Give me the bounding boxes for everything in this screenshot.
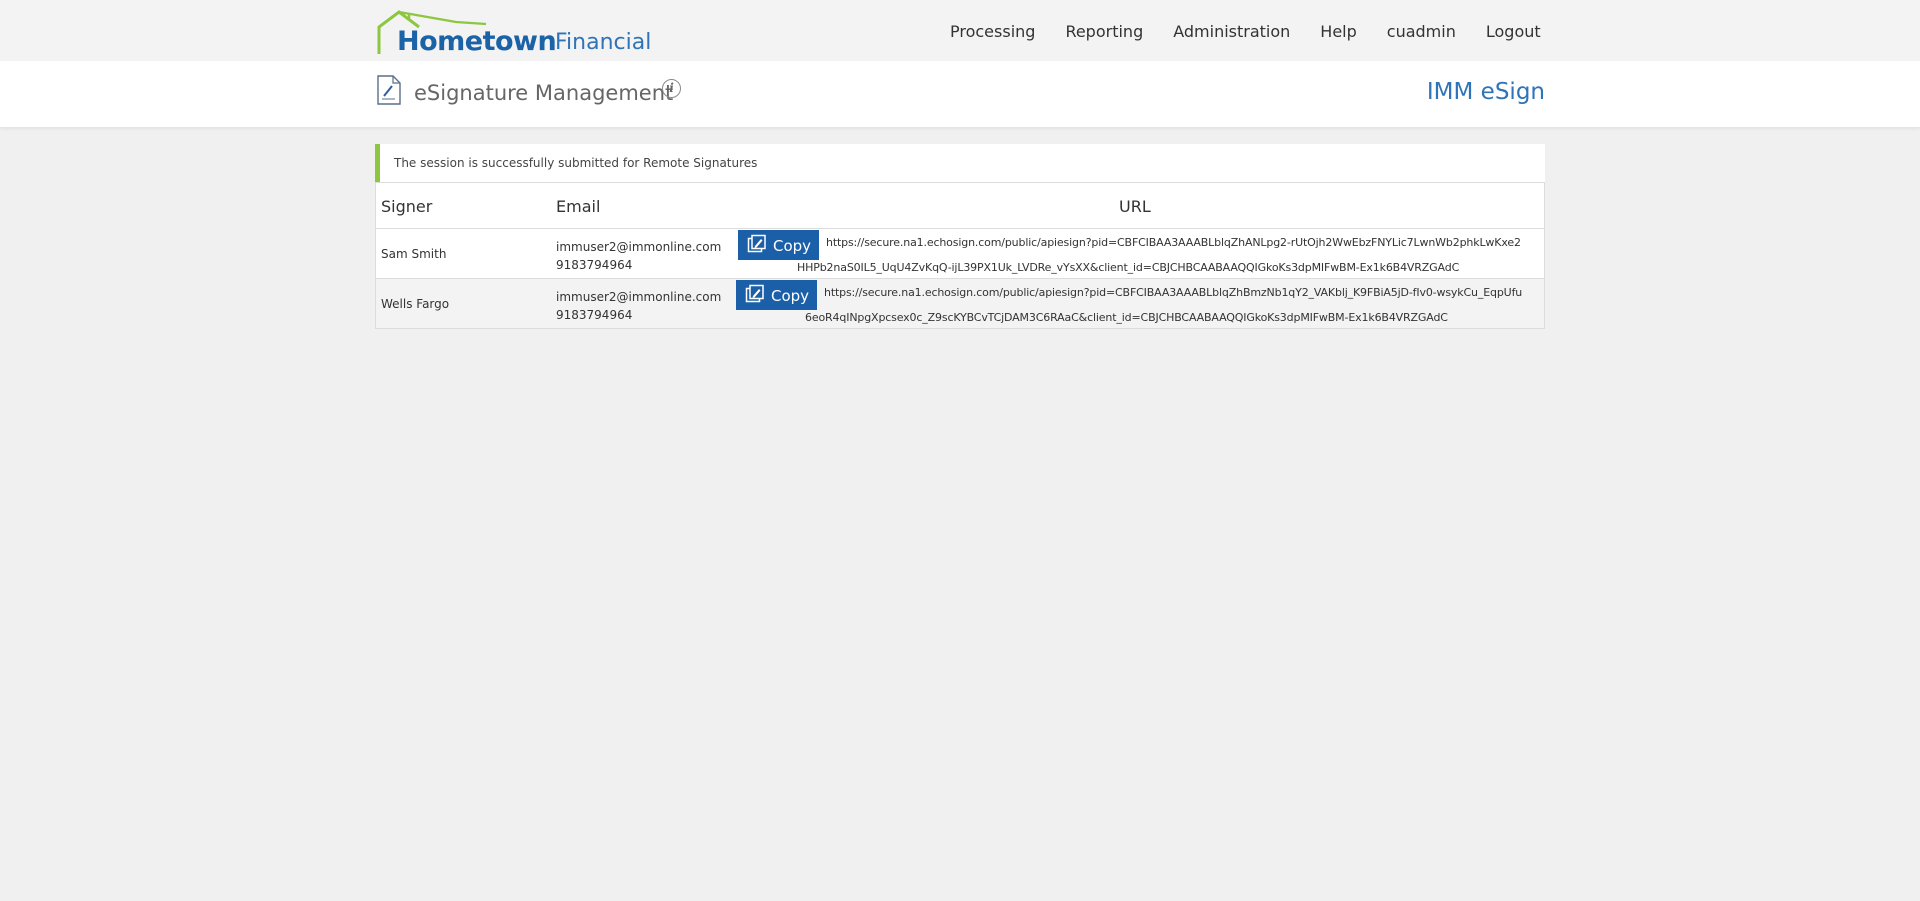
success-alert: The session is successfully submitted fo… xyxy=(375,144,1545,182)
copy-button-label: Copy xyxy=(771,287,810,305)
signer-contact: immuser2@immonline.com 9183794964 xyxy=(556,288,721,324)
signing-url-line-1[interactable]: https://secure.na1.echosign.com/public/a… xyxy=(824,286,1522,299)
nav-reporting[interactable]: Reporting xyxy=(1065,22,1143,41)
page-title: eSignature Management xyxy=(414,81,674,105)
table-row: Wells Fargo immuser2@immonline.com 91837… xyxy=(376,279,1544,328)
alert-message: The session is successfully submitted fo… xyxy=(394,156,758,170)
signer-name: Sam Smith xyxy=(381,247,447,261)
table-header-row: Signer Email URL xyxy=(376,183,1544,229)
signer-contact: immuser2@immonline.com 9183794964 xyxy=(556,238,721,274)
column-header-email: Email xyxy=(556,197,601,216)
column-header-url: URL xyxy=(1119,197,1151,216)
signer-phone: 9183794964 xyxy=(556,258,633,272)
main-nav: Processing Reporting Administration Help… xyxy=(950,22,1571,41)
signer-email: immuser2@immonline.com xyxy=(556,240,722,254)
copy-edit-icon xyxy=(745,284,764,303)
app-name: IMM eSign xyxy=(1426,79,1545,105)
nav-administration[interactable]: Administration xyxy=(1173,22,1290,41)
signer-phone: 9183794964 xyxy=(556,308,633,322)
nav-processing[interactable]: Processing xyxy=(950,22,1035,41)
company-logo[interactable]: Hometown Financial xyxy=(376,10,651,58)
signer-email: immuser2@immonline.com xyxy=(556,290,722,304)
copy-url-button[interactable]: Copy xyxy=(736,280,817,310)
copy-edit-icon xyxy=(747,234,766,253)
signer-name: Wells Fargo xyxy=(381,297,450,311)
signing-url-line-2[interactable]: HHPb2naS0IL5_UqU4ZvKqQ-ijL39PX1Uk_LVDRe_… xyxy=(797,261,1459,274)
nav-help[interactable]: Help xyxy=(1320,22,1356,41)
nav-logout[interactable]: Logout xyxy=(1486,22,1541,41)
brand-name-sub: Financial xyxy=(555,30,652,55)
info-icon[interactable]: i xyxy=(662,79,681,98)
table-row: Sam Smith immuser2@immonline.com 9183794… xyxy=(376,229,1544,279)
top-nav-bar: Hometown Financial Processing Reporting … xyxy=(0,0,1920,61)
copy-button-label: Copy xyxy=(773,237,812,255)
page-header: eSignature Management i IMM eSign xyxy=(0,61,1920,127)
signing-url-line-1[interactable]: https://secure.na1.echosign.com/public/a… xyxy=(826,236,1521,249)
column-header-signer: Signer xyxy=(381,197,433,216)
signers-table: Signer Email URL Sam Smith immuser2@immo… xyxy=(375,182,1545,329)
signing-url-line-2[interactable]: 6eoR4qINpgXpcsex0c_Z9scKYBCvTCjDAM3C6RAa… xyxy=(805,311,1448,324)
document-sign-icon xyxy=(377,75,401,105)
nav-user-menu[interactable]: cuadmin xyxy=(1387,22,1456,41)
brand-name-main: Hometown xyxy=(397,26,557,57)
copy-url-button[interactable]: Copy xyxy=(738,230,819,260)
